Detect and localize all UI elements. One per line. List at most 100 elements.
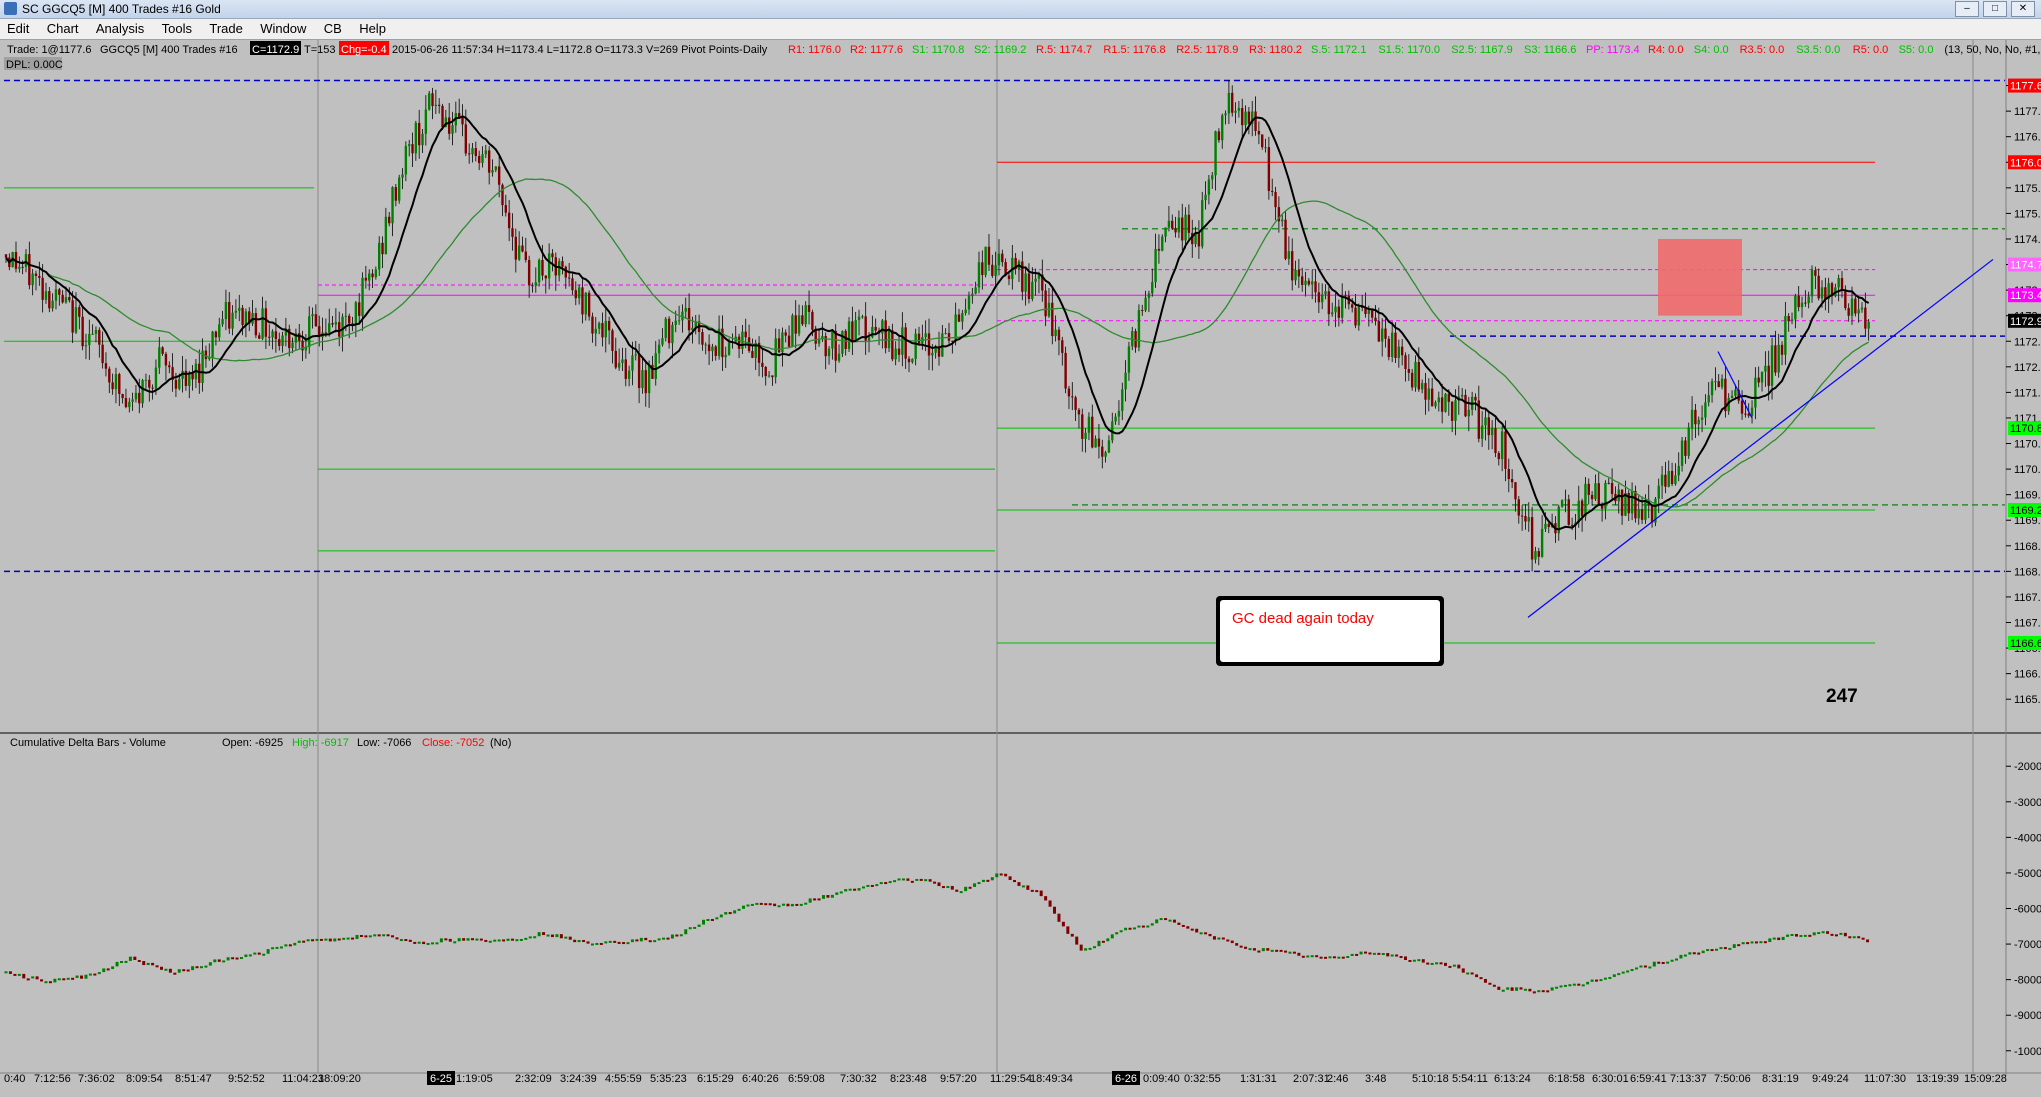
delta-bar-418	[1861, 937, 1865, 940]
delta-bar-141	[630, 939, 634, 943]
minimize-icon[interactable]: –	[1955, 1, 1979, 17]
candle-body-312	[1044, 290, 1047, 317]
candle-body-267	[894, 348, 897, 360]
candle-body-468	[1564, 499, 1567, 501]
candle-body-351	[1174, 228, 1177, 233]
candle-body-229	[767, 375, 771, 377]
menu-cb[interactable]: CB	[317, 19, 349, 38]
delta-bar-320	[1426, 962, 1430, 965]
candle-body-78	[264, 308, 268, 337]
candle-body-378	[1264, 147, 1267, 149]
annotation-box[interactable]: GC dead again today	[1216, 596, 1444, 666]
candle-body-17	[61, 294, 64, 303]
delta-bar-386	[1719, 947, 1723, 950]
candle-body-130	[437, 104, 441, 106]
candle-body-122	[411, 144, 414, 154]
time-label-17: 7:30:32	[840, 1073, 877, 1085]
candle-body-255	[854, 320, 857, 341]
price-tick-label-8: 1169.5	[2014, 490, 2041, 502]
candle-body-259	[867, 337, 871, 341]
candle-body-360	[1204, 194, 1207, 201]
delta-bar-27	[124, 960, 128, 963]
candle-body-47	[161, 347, 164, 354]
candle-body-413	[1380, 328, 1384, 342]
candle-body-34	[118, 374, 121, 394]
candle-body-429	[1434, 402, 1437, 407]
candle-body-485	[1620, 489, 1624, 516]
candle-body-256	[857, 316, 861, 321]
delta-bar-173	[773, 903, 777, 907]
delta-bar-116	[519, 938, 523, 941]
candle-body-318	[1064, 352, 1067, 389]
candle-body-503	[1680, 440, 1684, 466]
pivot-value-11: S3: 1166.6	[1524, 44, 1576, 56]
candle-body-249	[834, 330, 837, 361]
delta-bar-236	[1053, 906, 1057, 914]
candle-body-396	[1324, 291, 1327, 295]
menu-edit[interactable]: Edit	[0, 19, 36, 38]
delta-bar-260	[1159, 918, 1163, 921]
delta-bar-298	[1328, 956, 1332, 959]
candle-body-175	[587, 292, 591, 317]
delta-bar-123	[550, 934, 554, 938]
candle-body-515	[1720, 378, 1724, 388]
candle-body-64	[218, 324, 221, 338]
menu-window[interactable]: Window	[253, 19, 313, 38]
price-tick-label-18: 1174.5	[2014, 234, 2041, 246]
candle-body-538	[1797, 295, 1800, 308]
delta-bar-235	[1048, 900, 1052, 907]
delta-bar-199	[888, 881, 892, 884]
delta-bar-160	[715, 917, 719, 920]
menu-trade[interactable]: Trade	[202, 19, 249, 38]
candle-body-197	[661, 338, 664, 345]
delta-bar-409	[1821, 931, 1825, 934]
delta-bar-126	[564, 936, 568, 939]
candle-body-324	[1084, 432, 1087, 439]
delta-bar-61	[275, 946, 279, 949]
delta-bar-295	[1315, 955, 1319, 958]
candle-body-522	[1744, 413, 1747, 415]
chart-area[interactable]: 1165.51166.01166.51167.01167.51168.01168…	[0, 40, 2041, 1097]
delta-bar-250	[1115, 932, 1119, 935]
menu-chart[interactable]: Chart	[40, 19, 86, 38]
delta-bar-336	[1497, 986, 1501, 990]
maximize-icon[interactable]: □	[1983, 1, 2007, 17]
candle-432	[1444, 393, 1447, 413]
delta-bar-8	[40, 979, 44, 982]
candle-body-535	[1787, 316, 1790, 322]
candle-body-448	[1497, 453, 1500, 460]
delta-bar-177	[790, 903, 794, 907]
menu-tools[interactable]: Tools	[155, 19, 199, 38]
delta-bar-203	[906, 878, 910, 881]
candle-body-79	[268, 336, 271, 338]
candle-body-424	[1417, 362, 1421, 390]
candle-body-150	[504, 205, 508, 213]
delta-bar-314	[1399, 956, 1403, 959]
delta-bar-238	[1061, 921, 1065, 927]
delta-bar-62	[279, 946, 283, 949]
candle-175	[587, 290, 591, 321]
candle-body-539	[1800, 302, 1804, 308]
time-label-18: 8:23:48	[890, 1073, 927, 1085]
menu-analysis[interactable]: Analysis	[89, 19, 151, 38]
delta-bar-398	[1772, 937, 1776, 940]
menu-help[interactable]: Help	[352, 19, 393, 38]
candle-body-131	[441, 105, 444, 128]
candle-body-186	[624, 359, 627, 379]
candle-body-137	[461, 117, 464, 125]
delta-bar-375	[1670, 959, 1674, 962]
delta-bar-19	[88, 973, 92, 976]
candle-253	[847, 316, 851, 353]
candle-body-40	[138, 392, 141, 404]
delta-bar-53	[239, 957, 243, 960]
time-label-13: 5:35:23	[650, 1073, 687, 1085]
candle-body-365	[1221, 115, 1224, 141]
candle-body-309	[1034, 278, 1037, 282]
close-icon[interactable]: ✕	[2011, 1, 2035, 17]
delta-bar-274	[1221, 937, 1225, 940]
candle-body-383	[1281, 219, 1284, 222]
delta-bar-280	[1248, 948, 1252, 951]
delta-bar-363	[1617, 973, 1621, 976]
delta-bar-354	[1577, 983, 1581, 986]
candle-body-447	[1494, 428, 1497, 454]
